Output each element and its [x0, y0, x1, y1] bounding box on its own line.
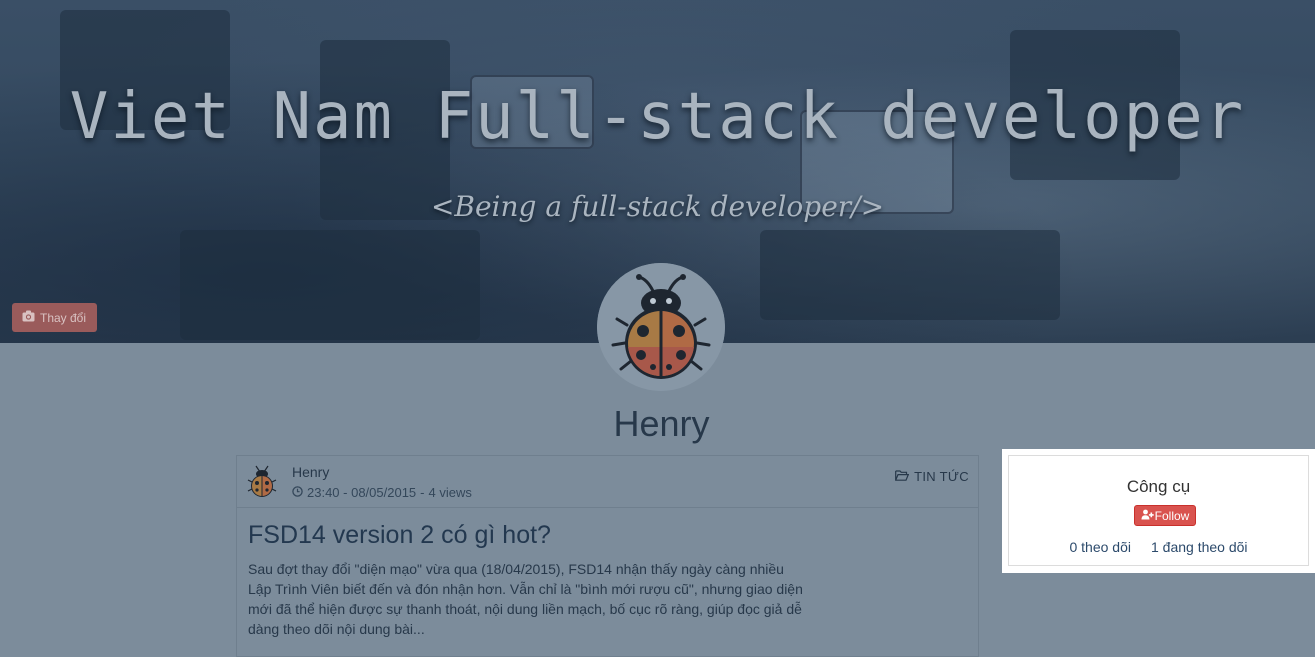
post-author-avatar[interactable] [245, 464, 279, 498]
post-excerpt: Sau đợt thay đổi "diện mạo" vừa qua (18/… [248, 561, 803, 637]
post-meta-separator: - [420, 485, 425, 500]
followers-link[interactable]: 0 theo dõi [1069, 539, 1131, 555]
post-category-link[interactable]: TIN TỨC [895, 469, 969, 484]
follow-button[interactable]: Follow [1134, 505, 1196, 526]
tools-title: Công cụ [1126, 477, 1191, 496]
ladybug-icon [247, 465, 277, 497]
folder-open-icon [895, 469, 910, 484]
profile-name: Henry [613, 403, 710, 444]
tools-panel-body: Công cụ Follow 0 theo dõi 1 đang theo dõ… [1008, 455, 1309, 566]
change-cover-label: Thay đổi [40, 310, 87, 325]
cover-title: Viet Nam Full-stack developer [69, 80, 1246, 154]
post-title[interactable]: FSD14 version 2 có gì hot? [248, 521, 551, 550]
follow-stats: 0 theo dõi 1 đang theo dõi [1009, 539, 1308, 555]
post-header: Henry 23:40 - 08/05/2015 - 4 views TIN T… [237, 456, 978, 508]
cover-subtitle: <Being a full-stack developer/> [430, 190, 885, 223]
post-card: Henry 23:40 - 08/05/2015 - 4 views TIN T… [236, 455, 979, 657]
camera-icon [22, 310, 35, 325]
post-views: 4 views [428, 485, 472, 500]
post-time: 23:40 - 08/05/2015 [307, 485, 417, 500]
ladybug-icon [597, 263, 725, 391]
profile-avatar[interactable] [597, 263, 725, 391]
user-plus-icon [1141, 509, 1154, 523]
cover-figure [180, 230, 480, 340]
cover-desk [760, 230, 1060, 320]
post-author-name[interactable]: Henry [292, 464, 329, 480]
change-cover-button[interactable]: Thay đổi [12, 303, 98, 332]
follow-label: Follow [1154, 508, 1190, 523]
tools-panel: Công cụ Follow 0 theo dõi 1 đang theo dõ… [1002, 449, 1315, 573]
following-link[interactable]: 1 đang theo dõi [1151, 539, 1248, 555]
post-category-label: TIN TỨC [914, 469, 969, 484]
post-meta: 23:40 - 08/05/2015 - 4 views [292, 485, 472, 500]
clock-icon [292, 485, 303, 500]
